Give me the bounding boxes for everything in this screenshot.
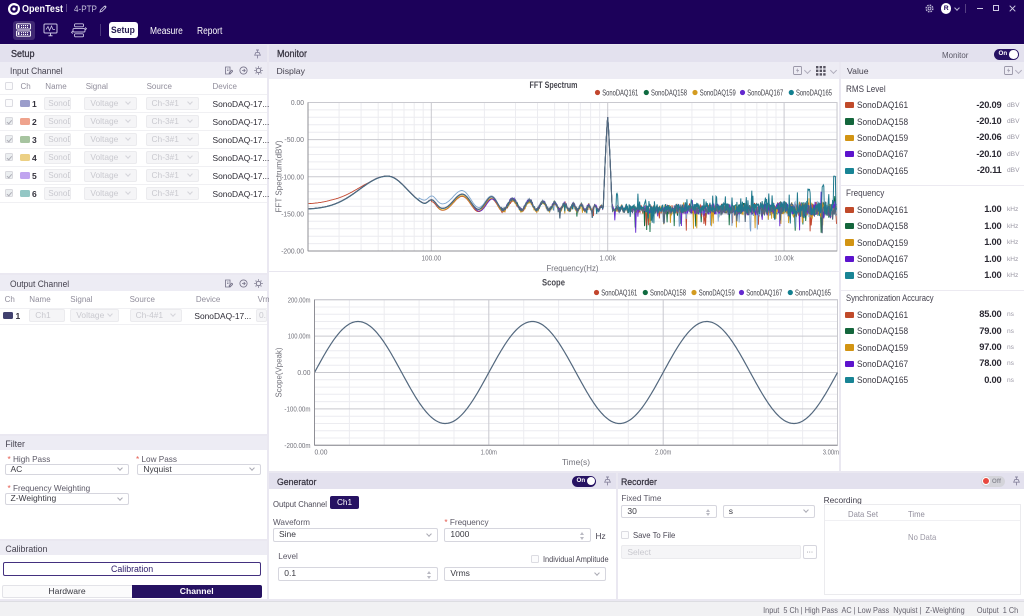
svg-text:SonoDAQ167: SonoDAQ167 bbox=[746, 288, 782, 297]
svg-text:0.00: 0.00 bbox=[297, 368, 310, 377]
svg-text:FFT Spectrum(dBV): FFT Spectrum(dBV) bbox=[274, 140, 283, 212]
svg-text:Time(s): Time(s) bbox=[562, 458, 590, 467]
svg-text:Scope(Vpeak): Scope(Vpeak) bbox=[274, 347, 283, 397]
svg-text:SonoDAQ159: SonoDAQ159 bbox=[699, 88, 735, 97]
svg-text:10.00k: 10.00k bbox=[774, 253, 794, 262]
svg-text:1.00m: 1.00m bbox=[480, 447, 496, 456]
svg-text:200.00m: 200.00m bbox=[287, 295, 310, 304]
svg-text:1.00k: 1.00k bbox=[599, 253, 616, 262]
svg-text:100.00: 100.00 bbox=[421, 253, 441, 262]
svg-text:-200.00m: -200.00m bbox=[284, 440, 310, 449]
svg-text:-50.00: -50.00 bbox=[284, 135, 304, 144]
svg-text:Frequency(Hz): Frequency(Hz) bbox=[546, 264, 598, 273]
svg-text:-150.00: -150.00 bbox=[281, 209, 304, 218]
svg-text:-100.00: -100.00 bbox=[281, 172, 304, 181]
svg-text:SonoDAQ158: SonoDAQ158 bbox=[650, 288, 686, 297]
svg-text:100.00m: 100.00m bbox=[287, 331, 310, 340]
svg-text:SonoDAQ161: SonoDAQ161 bbox=[602, 88, 638, 97]
svg-text:FFT Spectrum: FFT Spectrum bbox=[529, 80, 577, 90]
svg-text:SonoDAQ167: SonoDAQ167 bbox=[747, 88, 783, 97]
svg-text:SonoDAQ161: SonoDAQ161 bbox=[601, 288, 637, 297]
svg-text:SonoDAQ158: SonoDAQ158 bbox=[651, 88, 687, 97]
svg-text:0.00: 0.00 bbox=[314, 447, 327, 456]
svg-text:0.00: 0.00 bbox=[290, 98, 303, 107]
svg-text:SonoDAQ159: SonoDAQ159 bbox=[698, 288, 734, 297]
svg-text:Scope: Scope bbox=[542, 277, 565, 287]
svg-text:SonoDAQ165: SonoDAQ165 bbox=[795, 288, 831, 297]
svg-text:-200.00: -200.00 bbox=[281, 246, 304, 255]
svg-text:2.00m: 2.00m bbox=[655, 447, 671, 456]
svg-text:3.00m: 3.00m bbox=[822, 447, 838, 456]
svg-text:-100.00m: -100.00m bbox=[284, 404, 310, 413]
svg-text:SonoDAQ165: SonoDAQ165 bbox=[796, 88, 832, 97]
